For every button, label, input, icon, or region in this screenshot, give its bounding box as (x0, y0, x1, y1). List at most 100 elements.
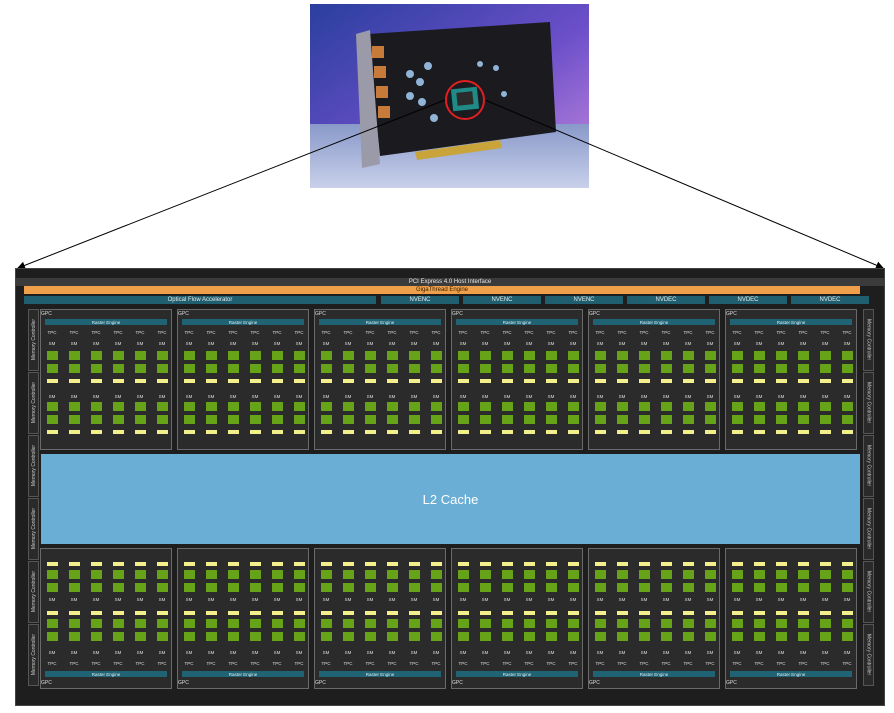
gpc-label: GPC (178, 680, 189, 686)
sm-label: SM (70, 650, 78, 655)
sm-label: SM (158, 650, 166, 655)
sm-core (458, 570, 469, 579)
sm-core (732, 415, 743, 424)
sm-label: SM (799, 341, 807, 346)
raster-engine: Raster Engine (182, 671, 304, 677)
sm-highlight (250, 430, 261, 434)
sm-core (683, 632, 694, 641)
sm-core (294, 415, 305, 424)
sm-core (820, 364, 831, 373)
sm-highlight (206, 430, 217, 434)
sm-highlight (343, 611, 354, 615)
sm-highlight (69, 379, 80, 383)
sm-core (683, 583, 694, 592)
sm-highlight (409, 430, 420, 434)
sm-highlight (69, 430, 80, 434)
sm-core (639, 415, 650, 424)
sm-highlight (69, 611, 80, 615)
sm-highlight (683, 379, 694, 383)
sm-label: SM (410, 650, 418, 655)
sm-core (206, 402, 217, 411)
sm-highlight (184, 379, 195, 383)
sm-core (228, 415, 239, 424)
tpc-label: TPC (524, 330, 534, 335)
sm-label: SM (229, 597, 237, 602)
tpc-label: TPC (228, 661, 238, 666)
sm-label: SM (596, 650, 604, 655)
sm-label: SM (596, 394, 604, 399)
sm-label: SM (366, 597, 374, 602)
sm-core (524, 415, 535, 424)
sm-highlight (343, 430, 354, 434)
sm-core (69, 402, 80, 411)
sm-label: SM (503, 341, 511, 346)
sm-highlight (820, 562, 831, 566)
sm-label: SM (344, 341, 352, 346)
tpc-label: TPC (683, 330, 693, 335)
memory-controller-label: Memory Controller (30, 319, 37, 361)
tpc-label: TPC (294, 661, 304, 666)
sm-label: SM (273, 341, 281, 346)
sm-highlight (387, 611, 398, 615)
sm-label: SM (92, 650, 100, 655)
raster-engine: Raster Engine (593, 671, 715, 677)
tpc-label: TPC (502, 330, 512, 335)
sm-core (206, 632, 217, 641)
sm-core (480, 351, 491, 360)
sm-core (184, 632, 195, 641)
raster-engine: Raster Engine (45, 671, 167, 677)
sm-core (798, 632, 809, 641)
sm-highlight (47, 430, 58, 434)
tpc-label: TPC (683, 661, 693, 666)
sm-core (409, 632, 420, 641)
sm-label: SM (92, 341, 100, 346)
sm-core (798, 415, 809, 424)
sm-core (250, 632, 261, 641)
sm-label: SM (322, 394, 330, 399)
sm-core (732, 402, 743, 411)
sm-highlight (113, 562, 124, 566)
sm-label: SM (777, 597, 785, 602)
sm-label: SM (92, 597, 100, 602)
sm-label: SM (799, 597, 807, 602)
sm-label: SM (344, 394, 352, 399)
sm-label: SM (114, 341, 122, 346)
sm-highlight (705, 611, 716, 615)
sm-core (480, 415, 491, 424)
sm-core (272, 583, 283, 592)
sm-core (842, 619, 853, 628)
sm-label: SM (547, 597, 555, 602)
sm-label: SM (366, 650, 374, 655)
sm-highlight (732, 562, 743, 566)
sm-highlight (480, 562, 491, 566)
sm-core (842, 632, 853, 641)
sm-highlight (502, 611, 513, 615)
sm-label: SM (706, 597, 714, 602)
sm-core (568, 415, 579, 424)
tpc-label: TPC (431, 661, 441, 666)
sm-label: SM (273, 650, 281, 655)
sm-core (524, 351, 535, 360)
sm-highlight (705, 379, 716, 383)
sm-core (683, 364, 694, 373)
sm-core (798, 570, 809, 579)
gpc-label: GPC (726, 680, 737, 686)
optical-flow-accelerator: Optical Flow Accelerator (24, 296, 376, 304)
sm-core (47, 632, 58, 641)
sm-label: SM (273, 597, 281, 602)
sm-label: SM (481, 597, 489, 602)
sm-highlight (732, 611, 743, 615)
tpc-label: TPC (661, 330, 671, 335)
sm-label: SM (799, 650, 807, 655)
sm-core (184, 351, 195, 360)
sm-label: SM (843, 650, 851, 655)
sm-core (661, 415, 672, 424)
sm-core (546, 583, 557, 592)
sm-highlight (250, 611, 261, 615)
sm-core (842, 570, 853, 579)
sm-core (250, 402, 261, 411)
raster-engine: Raster Engine (456, 671, 578, 677)
sm-core (617, 583, 628, 592)
sm-label: SM (136, 341, 144, 346)
sm-highlight (776, 562, 787, 566)
